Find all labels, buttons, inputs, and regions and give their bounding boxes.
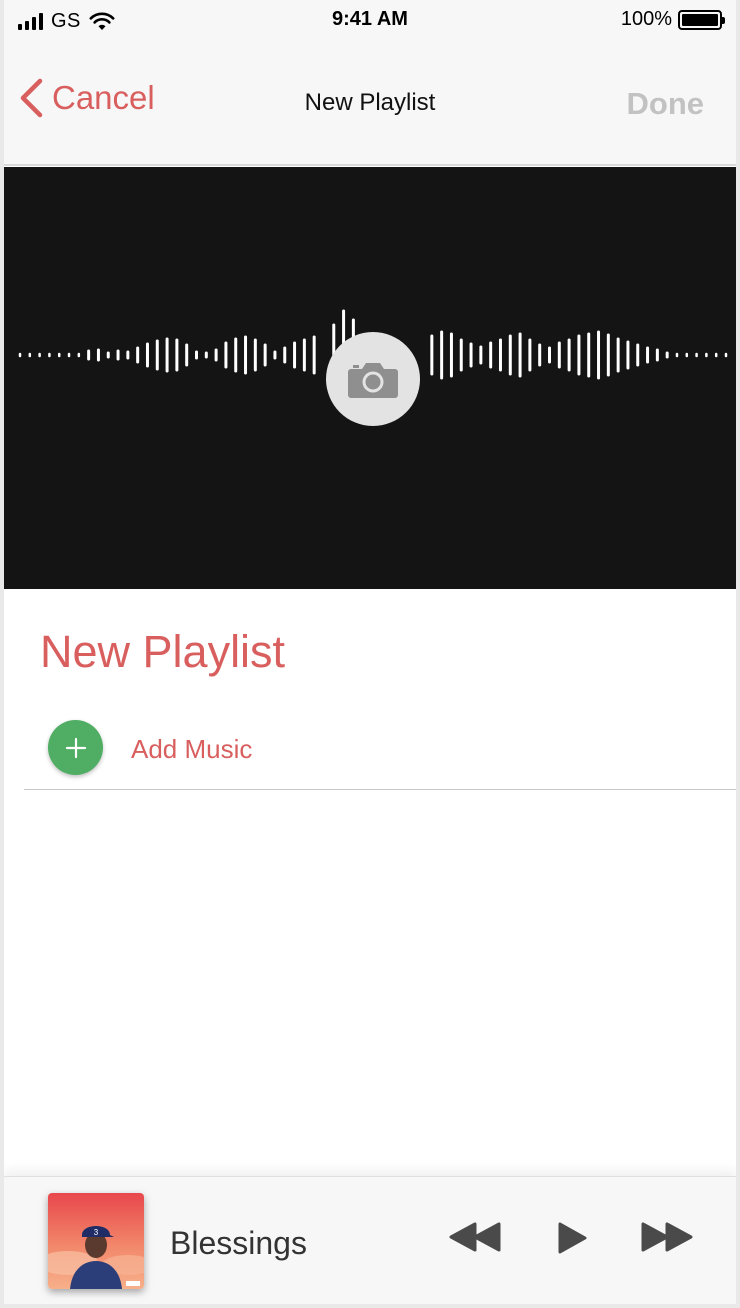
camera-icon — [348, 363, 398, 398]
add-music-button[interactable] — [48, 720, 103, 775]
mini-player[interactable]: 3 Blessings — [4, 1176, 736, 1304]
fast-forward-icon — [641, 1222, 693, 1252]
album-artwork[interactable]: 3 — [48, 1193, 144, 1289]
add-music-label: Add Music — [131, 734, 253, 764]
svg-text:3: 3 — [94, 1228, 99, 1237]
status-bar-right: 100% — [620, 8, 725, 31]
add-music-row[interactable]: Add Music — [24, 706, 736, 790]
done-button[interactable]: Done — [627, 86, 705, 122]
now-playing-title[interactable]: Blessings — [170, 1225, 307, 1262]
playlist-title-field[interactable]: New Playlist — [40, 626, 285, 678]
plus-icon — [65, 737, 86, 758]
rewind-icon — [449, 1222, 501, 1252]
album-cover-image: 3 — [48, 1193, 144, 1289]
status-bar: GS 9:41 AM 100% — [4, 0, 736, 44]
screen: GS 9:41 AM 100% Cancel New Playlist Done — [4, 0, 736, 1304]
playlist-artwork[interactable] — [4, 167, 736, 589]
navigation-bar: Cancel New Playlist Done — [4, 44, 736, 166]
fast-forward-button[interactable] — [640, 1221, 694, 1253]
battery-icon — [678, 9, 725, 30]
play-button[interactable] — [556, 1221, 588, 1255]
rewind-button[interactable] — [448, 1221, 502, 1253]
battery-percentage: 100% — [620, 8, 672, 30]
camera-button[interactable] — [326, 332, 420, 426]
play-icon — [558, 1222, 587, 1254]
